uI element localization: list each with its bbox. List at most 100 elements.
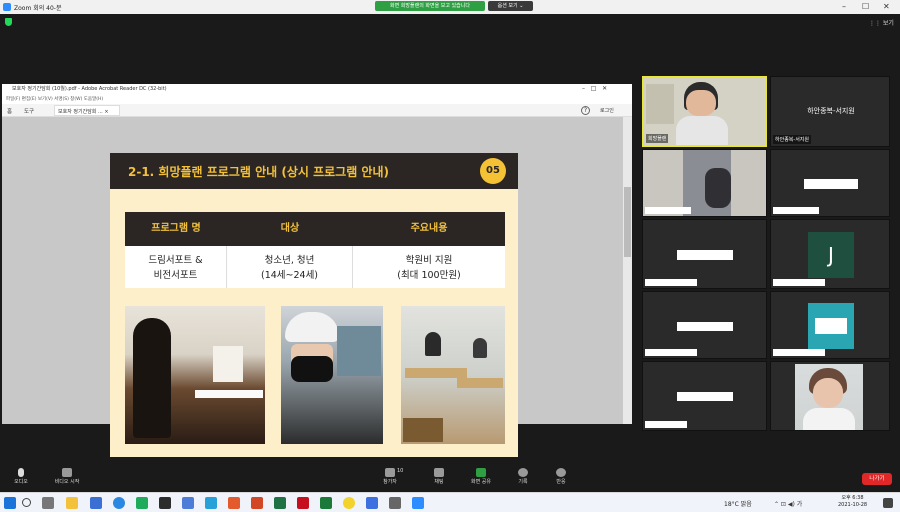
close-icon[interactable]: ✕ xyxy=(883,2,890,11)
acrobat-menu: 파일(F) 편집(E) 보기(V) 서명(S) 창(W) 도움말(H) xyxy=(6,97,104,102)
system-tray-icons[interactable]: ⌃ ⊡ ◀) 가 xyxy=(774,499,802,508)
app-icon[interactable] xyxy=(320,497,332,509)
participant-tile[interactable]: J xyxy=(770,219,890,289)
reactions-label: 반응 xyxy=(556,479,566,485)
app-icon[interactable] xyxy=(136,497,148,509)
view-button[interactable]: ⋮⋮ 보기 xyxy=(869,18,894,27)
zoom-taskbar-icon[interactable] xyxy=(412,497,424,509)
share-screen-icon xyxy=(476,468,486,477)
windows-start-icon[interactable] xyxy=(4,497,16,509)
clock-time: 오후 6:38 xyxy=(841,495,864,501)
participant-label: 하안종복-서지원 xyxy=(807,107,855,115)
chat-icon xyxy=(434,468,444,477)
slide-title: 2-1. 희망플랜 프로그램 안내 (상시 프로그램 안내) xyxy=(128,165,389,179)
app-icon[interactable] xyxy=(182,497,194,509)
notification-icon[interactable] xyxy=(883,498,893,508)
table-cell-target: 청소년, 청년 (14세~24세) xyxy=(227,246,353,288)
weather-widget[interactable]: 18°C 맑음 xyxy=(724,499,752,508)
photo-piano xyxy=(125,306,265,444)
participant-tile[interactable] xyxy=(642,361,767,431)
participant-tile[interactable] xyxy=(642,149,767,217)
zoom-title-bar: Zoom 회의 40-분 화면 희망플랜의 화면을 보고 있습니다 옵션 보기 … xyxy=(0,0,900,14)
share-banner: 화면 희망플랜의 화면을 보고 있습니다 xyxy=(375,1,485,11)
table-header-target: 대상 xyxy=(227,212,353,246)
shared-screen: 보호자 정기간담회 (10월).pdf - Adobe Acrobat Read… xyxy=(2,84,632,457)
task-view-icon[interactable] xyxy=(42,497,54,509)
window-title: Zoom 회의 40-분 xyxy=(14,5,62,12)
tab-tools: 도구 xyxy=(24,109,35,115)
app-icon[interactable] xyxy=(90,497,102,509)
acrobat-tabs: 홈 도구 보호자 정기간담회 ... × ? 로그인 xyxy=(2,104,632,117)
share-screen-button[interactable]: 화면 공유 xyxy=(466,468,496,485)
app-icon[interactable] xyxy=(205,497,217,509)
participant-tile[interactable] xyxy=(770,291,890,359)
app-icon[interactable] xyxy=(389,497,401,509)
participant-tile-speaker[interactable]: 희망플랜 xyxy=(642,76,767,147)
leave-button[interactable]: 나가기 xyxy=(862,473,892,485)
maximize-icon[interactable]: ☐ xyxy=(862,2,869,11)
participant-tile[interactable] xyxy=(642,219,767,289)
chat-button[interactable]: 채팅 xyxy=(428,468,450,485)
participants-count: 10 xyxy=(397,468,404,474)
windows-taskbar: 18°C 맑음 ⌃ ⊡ ◀) 가 오후 6:38 2021-10-28 xyxy=(0,492,900,512)
avatar xyxy=(808,303,854,349)
chat-label: 채팅 xyxy=(434,479,444,485)
login-link: 로그인 xyxy=(600,108,614,114)
reactions-icon xyxy=(556,468,566,477)
acrobat-title: 보호자 정기간담회 (10월).pdf - Adobe Acrobat Read… xyxy=(2,84,632,95)
audio-button[interactable]: 오디오 xyxy=(8,468,34,485)
participant-label xyxy=(677,322,733,331)
shield-icon[interactable] xyxy=(5,18,12,26)
video-label: 비디오 시작 xyxy=(54,479,80,485)
scrollbar-thumb xyxy=(624,187,631,257)
participant-tile[interactable]: 하안종복-서지원 하안종복-서지원 xyxy=(770,76,890,147)
chrome-icon[interactable] xyxy=(113,497,125,509)
excel-icon[interactable] xyxy=(274,497,286,509)
participant-label xyxy=(804,179,858,189)
tab-home: 홈 xyxy=(7,109,13,115)
participant-name: 희망플랜 xyxy=(646,134,669,143)
participants-icon xyxy=(385,468,395,477)
search-icon[interactable] xyxy=(22,498,31,507)
app-icon[interactable] xyxy=(159,497,171,509)
reactions-button[interactable]: 반응 xyxy=(550,468,572,485)
app-icon[interactable] xyxy=(228,497,240,509)
acrobat-window-controls-icon: – □ ✕ xyxy=(582,85,608,92)
table-cell-program: 드림서포트 & 비전서포트 xyxy=(125,246,227,288)
video-camera-icon xyxy=(62,468,72,477)
document-area: 2-1. 희망플랜 프로그램 안내 (상시 프로그램 안내) 05 프로그램 명… xyxy=(2,117,632,457)
participant-tile[interactable] xyxy=(642,291,767,359)
slide-header: 2-1. 희망플랜 프로그램 안내 (상시 프로그램 안내) 05 xyxy=(110,153,518,189)
file-explorer-icon[interactable] xyxy=(66,497,78,509)
clock[interactable]: 오후 6:38 2021-10-28 xyxy=(838,495,867,509)
photo-classroom xyxy=(401,306,505,444)
avatar: J xyxy=(808,232,854,278)
document-scrollbar xyxy=(623,117,632,424)
participant-name xyxy=(645,421,687,428)
zoom-top-bar: ⋮⋮ 보기 xyxy=(0,14,900,32)
app-icon[interactable] xyxy=(366,497,378,509)
participant-tile[interactable] xyxy=(770,149,890,217)
microphone-icon xyxy=(18,468,24,477)
powerpoint-icon[interactable] xyxy=(251,497,263,509)
table-header-program: 프로그램 명 xyxy=(125,212,227,246)
participant-tile[interactable] xyxy=(770,361,890,431)
table-cell-content: 학원비 지원 (최대 100만원) xyxy=(353,246,505,288)
pdf-slide: 2-1. 희망플랜 프로그램 안내 (상시 프로그램 안내) 05 프로그램 명… xyxy=(110,153,518,457)
participant-label xyxy=(677,392,733,401)
view-options-button[interactable]: 옵션 보기 ⌄ xyxy=(488,1,533,11)
clock-date: 2021-10-28 xyxy=(838,502,868,508)
minimize-icon[interactable]: – xyxy=(842,2,846,11)
tab-document: 보호자 정기간담회 ... × xyxy=(54,105,120,116)
acrobat-icon[interactable] xyxy=(297,497,309,509)
participant-name xyxy=(773,279,825,286)
kakaotalk-icon[interactable] xyxy=(343,497,355,509)
participant-video xyxy=(795,364,863,430)
page-number-badge: 05 xyxy=(480,158,506,184)
participant-name xyxy=(645,207,691,214)
participant-name xyxy=(773,349,825,356)
photo-selfie xyxy=(281,306,383,444)
zoom-app-icon xyxy=(3,3,11,11)
record-button[interactable]: 기록 xyxy=(512,468,534,485)
video-button[interactable]: 비디오 시작 xyxy=(50,468,84,485)
